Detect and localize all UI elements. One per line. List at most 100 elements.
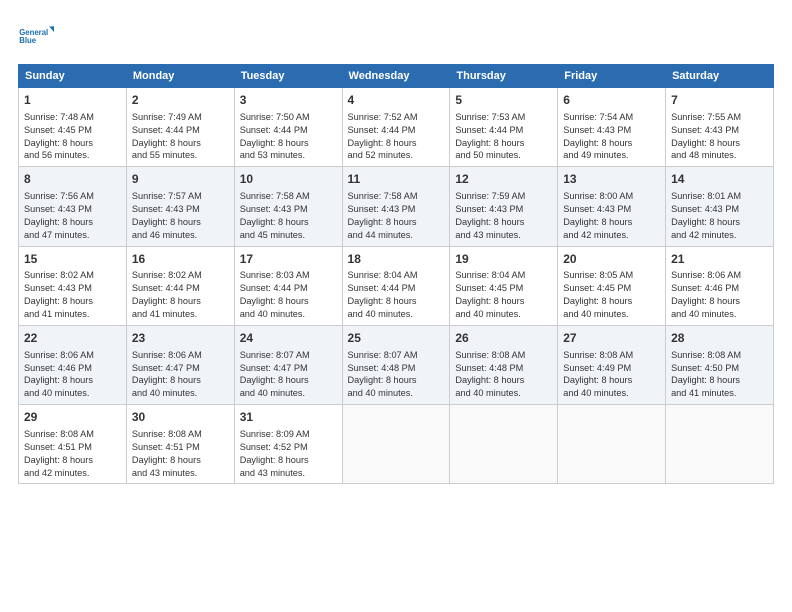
calendar-cell: 28Sunrise: 8:08 AMSunset: 4:50 PMDayligh… (666, 325, 774, 404)
header: General Blue (18, 18, 774, 54)
calendar-header-wednesday: Wednesday (342, 65, 450, 88)
day-info-line: Sunset: 4:43 PM (671, 124, 768, 137)
day-number: 31 (240, 409, 337, 426)
calendar-cell: 13Sunrise: 8:00 AMSunset: 4:43 PMDayligh… (558, 167, 666, 246)
calendar-cell: 25Sunrise: 8:07 AMSunset: 4:48 PMDayligh… (342, 325, 450, 404)
calendar-cell: 10Sunrise: 7:58 AMSunset: 4:43 PMDayligh… (234, 167, 342, 246)
day-number: 16 (132, 251, 229, 268)
day-info-line: and 40 minutes. (24, 387, 121, 400)
day-info-line: Daylight: 8 hours (563, 374, 660, 387)
day-info-line: Sunset: 4:47 PM (132, 362, 229, 375)
day-info-line: Sunset: 4:51 PM (24, 441, 121, 454)
day-info-line: Daylight: 8 hours (455, 137, 552, 150)
day-info-line: Sunrise: 8:00 AM (563, 190, 660, 203)
day-info-line: Sunset: 4:43 PM (24, 282, 121, 295)
day-info-line: Daylight: 8 hours (24, 216, 121, 229)
day-info-line: and 48 minutes. (671, 149, 768, 162)
day-info-line: and 40 minutes. (455, 387, 552, 400)
day-number: 17 (240, 251, 337, 268)
calendar-cell: 5Sunrise: 7:53 AMSunset: 4:44 PMDaylight… (450, 88, 558, 167)
day-info-line: Sunset: 4:51 PM (132, 441, 229, 454)
day-info-line: and 40 minutes. (240, 308, 337, 321)
day-info-line: Sunset: 4:43 PM (132, 203, 229, 216)
day-info-line: and 43 minutes. (240, 467, 337, 480)
day-info-line: Sunrise: 7:48 AM (24, 111, 121, 124)
day-info-line: and 45 minutes. (240, 229, 337, 242)
calendar-header-monday: Monday (126, 65, 234, 88)
calendar-cell: 21Sunrise: 8:06 AMSunset: 4:46 PMDayligh… (666, 246, 774, 325)
day-info-line: Daylight: 8 hours (24, 137, 121, 150)
calendar-header-sunday: Sunday (19, 65, 127, 88)
calendar-cell (342, 405, 450, 484)
day-info-line: and 40 minutes. (563, 308, 660, 321)
day-info-line: Sunset: 4:43 PM (455, 203, 552, 216)
calendar-cell: 3Sunrise: 7:50 AMSunset: 4:44 PMDaylight… (234, 88, 342, 167)
day-info-line: Daylight: 8 hours (240, 137, 337, 150)
day-number: 14 (671, 171, 768, 188)
day-number: 10 (240, 171, 337, 188)
day-info-line: Daylight: 8 hours (455, 216, 552, 229)
day-info-line: and 41 minutes. (132, 308, 229, 321)
day-info-line: and 46 minutes. (132, 229, 229, 242)
calendar-week-row: 29Sunrise: 8:08 AMSunset: 4:51 PMDayligh… (19, 405, 774, 484)
day-info-line: Daylight: 8 hours (563, 216, 660, 229)
calendar-cell: 12 Sunrise: 7:59 AMSunset: 4:43 PMDayligh… (450, 167, 558, 246)
day-info-line: and 42 minutes. (24, 467, 121, 480)
calendar-header-tuesday: Tuesday (234, 65, 342, 88)
day-info-line: Daylight: 8 hours (132, 454, 229, 467)
day-number: 2 (132, 92, 229, 109)
day-info-line: Sunset: 4:44 PM (348, 282, 445, 295)
day-number: 30 (132, 409, 229, 426)
day-info-line: Sunrise: 8:01 AM (671, 190, 768, 203)
day-number: 21 (671, 251, 768, 268)
day-info-line: Sunrise: 8:05 AM (563, 269, 660, 282)
calendar-header-row: SundayMondayTuesdayWednesdayThursdayFrid… (19, 65, 774, 88)
day-number: 1 (24, 92, 121, 109)
calendar-cell: 8Sunrise: 7:56 AMSunset: 4:43 PMDaylight… (19, 167, 127, 246)
calendar-cell (450, 405, 558, 484)
calendar-cell: 30Sunrise: 8:08 AMSunset: 4:51 PMDayligh… (126, 405, 234, 484)
day-info-line: Sunset: 4:44 PM (132, 282, 229, 295)
day-number: 27 (563, 330, 660, 347)
day-number: 12 (455, 171, 552, 188)
day-info-line: Daylight: 8 hours (455, 374, 552, 387)
day-info-line: Sunrise: 7:59 AM (455, 190, 552, 203)
day-info-line: Daylight: 8 hours (348, 295, 445, 308)
day-info-line: Sunset: 4:44 PM (240, 282, 337, 295)
calendar-cell: 19Sunrise: 8:04 AMSunset: 4:45 PMDayligh… (450, 246, 558, 325)
day-info-line: and 47 minutes. (24, 229, 121, 242)
page: General Blue SundayMondayTuesdayWednesda… (0, 0, 792, 612)
day-info-line: Sunset: 4:43 PM (563, 203, 660, 216)
calendar-cell: 20Sunrise: 8:05 AMSunset: 4:45 PMDayligh… (558, 246, 666, 325)
calendar-cell: 23Sunrise: 8:06 AMSunset: 4:47 PMDayligh… (126, 325, 234, 404)
calendar-cell: 4Sunrise: 7:52 AMSunset: 4:44 PMDaylight… (342, 88, 450, 167)
day-info-line: Daylight: 8 hours (671, 216, 768, 229)
day-info-line: Daylight: 8 hours (240, 295, 337, 308)
day-info-line: Sunrise: 8:04 AM (348, 269, 445, 282)
calendar-cell: 31Sunrise: 8:09 AMSunset: 4:52 PMDayligh… (234, 405, 342, 484)
day-info-line: Sunset: 4:44 PM (132, 124, 229, 137)
day-number: 25 (348, 330, 445, 347)
day-info-line: Sunset: 4:48 PM (455, 362, 552, 375)
day-info-line: Sunset: 4:43 PM (348, 203, 445, 216)
day-number: 18 (348, 251, 445, 268)
day-info-line: and 55 minutes. (132, 149, 229, 162)
calendar-cell: 15Sunrise: 8:02 AMSunset: 4:43 PMDayligh… (19, 246, 127, 325)
day-info-line: Sunset: 4:47 PM (240, 362, 337, 375)
day-info-line: Sunrise: 8:08 AM (671, 349, 768, 362)
calendar-week-row: 1Sunrise: 7:48 AMSunset: 4:45 PMDaylight… (19, 88, 774, 167)
day-number: 6 (563, 92, 660, 109)
day-info-line: and 41 minutes. (671, 387, 768, 400)
day-info-line: Sunrise: 7:53 AM (455, 111, 552, 124)
day-info-line: Sunset: 4:44 PM (240, 124, 337, 137)
day-info-line: Sunrise: 7:57 AM (132, 190, 229, 203)
day-info-line: Daylight: 8 hours (24, 454, 121, 467)
day-info-line: Sunrise: 7:55 AM (671, 111, 768, 124)
day-number: 3 (240, 92, 337, 109)
calendar-cell: 11Sunrise: 7:58 AMSunset: 4:43 PMDayligh… (342, 167, 450, 246)
calendar-cell: 24Sunrise: 8:07 AMSunset: 4:47 PMDayligh… (234, 325, 342, 404)
day-info-line: Sunrise: 7:52 AM (348, 111, 445, 124)
day-info-line: Sunrise: 8:06 AM (132, 349, 229, 362)
day-info-line: Daylight: 8 hours (671, 295, 768, 308)
day-info-line: Daylight: 8 hours (132, 137, 229, 150)
